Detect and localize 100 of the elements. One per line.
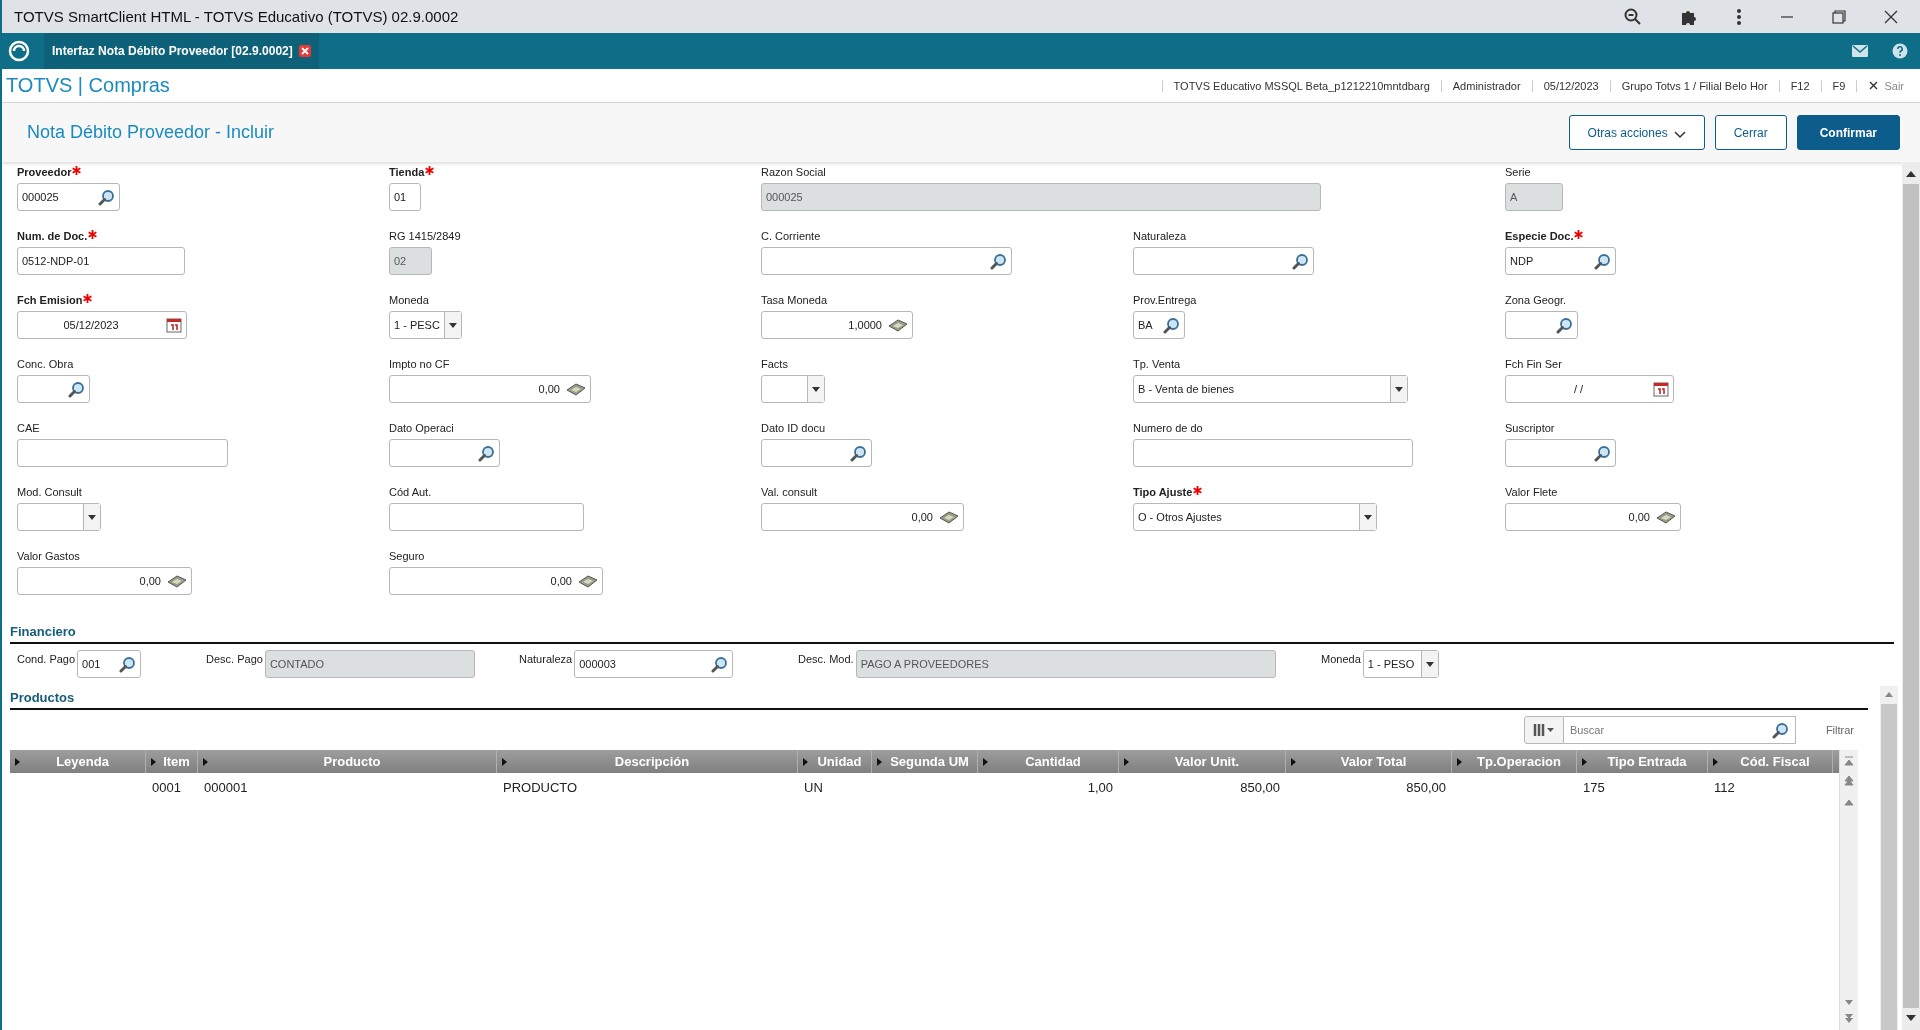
- caret-icon[interactable]: [1124, 757, 1129, 766]
- dropdown[interactable]: 1 - PESC: [389, 311, 462, 339]
- amount-field[interactable]: 0,00: [17, 567, 192, 595]
- scrollbar[interactable]: [1902, 162, 1920, 1030]
- field-label: Zona Geogr.: [1505, 294, 1567, 306]
- text-field[interactable]: 01: [389, 183, 421, 211]
- lookup-field[interactable]: [17, 375, 90, 403]
- search-icon[interactable]: [850, 444, 867, 462]
- caret-icon[interactable]: [203, 757, 208, 766]
- text-field[interactable]: 0512-NDP-01: [17, 247, 185, 275]
- lookup-field[interactable]: [761, 247, 1012, 275]
- header-info: Grupo Totvs 1 / Filial Belo Hor: [1609, 79, 1779, 92]
- cancel-button[interactable]: Cerrar: [1714, 115, 1787, 150]
- more-icon[interactable]: [1736, 7, 1742, 26]
- scrollbar[interactable]: [1880, 686, 1898, 1030]
- caret-icon[interactable]: [803, 757, 808, 766]
- close-icon[interactable]: [298, 45, 311, 57]
- search-icon[interactable]: [1771, 721, 1789, 739]
- lookup-field[interactable]: [389, 439, 500, 467]
- dropdown[interactable]: B - Venta de bienes: [1133, 375, 1408, 403]
- dropdown[interactable]: 1 - PESO: [1362, 650, 1439, 678]
- search-icon[interactable]: [119, 655, 137, 673]
- date-field[interactable]: / /: [1505, 375, 1674, 403]
- money-icon: [566, 382, 586, 396]
- exit-button[interactable]: Sair: [1856, 79, 1916, 92]
- caret-icon[interactable]: [151, 757, 156, 766]
- scroll-down-icon[interactable]: [1905, 1014, 1917, 1022]
- search-icon[interactable]: [1594, 444, 1611, 462]
- search-icon[interactable]: [711, 655, 729, 673]
- lookup-field[interactable]: [1505, 439, 1616, 467]
- table-cell: UN: [804, 779, 823, 795]
- close-icon[interactable]: [1884, 9, 1898, 24]
- caret-icon[interactable]: [1291, 757, 1296, 766]
- field-label: Naturaleza: [519, 652, 573, 665]
- field-label: Tipo Ajuste: [1133, 486, 1193, 498]
- required-icon: [1193, 486, 1203, 495]
- field-label: Val. consult: [761, 486, 818, 498]
- app-title: TOTVS | Compras: [6, 74, 170, 97]
- date-field[interactable]: 05/12/2023: [17, 311, 187, 339]
- caret-icon[interactable]: [449, 322, 457, 328]
- amount-field[interactable]: 0,00: [1505, 503, 1681, 531]
- zoom-out-icon[interactable]: [1624, 7, 1642, 26]
- caret-icon[interactable]: [1364, 514, 1372, 520]
- caret-icon[interactable]: [983, 757, 988, 766]
- calendar-icon[interactable]: [166, 317, 182, 333]
- search-icon[interactable]: [1163, 316, 1180, 334]
- scroll-up-icon[interactable]: [1905, 170, 1917, 178]
- amount-field[interactable]: 0,00: [389, 567, 603, 595]
- caret-icon[interactable]: [1457, 757, 1462, 766]
- caret-icon[interactable]: [812, 386, 820, 392]
- search-icon[interactable]: [98, 188, 115, 206]
- search-icon[interactable]: [990, 252, 1007, 270]
- required-icon: [1574, 230, 1584, 239]
- help-icon[interactable]: [1892, 43, 1908, 59]
- header-info: F12: [1778, 79, 1821, 92]
- search-icon[interactable]: [1594, 252, 1611, 270]
- field-label: Conc. Obra: [17, 358, 74, 370]
- restore-icon[interactable]: [1832, 9, 1846, 24]
- text-field[interactable]: [1133, 439, 1413, 467]
- search-icon[interactable]: [478, 444, 495, 462]
- amount-field[interactable]: 0,00: [389, 375, 591, 403]
- table-cell: 000001: [204, 779, 248, 795]
- page-title: Nota Débito Proveedor - Incluir: [27, 122, 275, 143]
- caret-icon[interactable]: [1425, 661, 1434, 667]
- caret-icon[interactable]: [15, 757, 20, 766]
- search-icon[interactable]: [1556, 316, 1573, 334]
- tab[interactable]: Interfaz Nota Débito Proveedor [02.9.0002]: [44, 33, 319, 69]
- caret-icon[interactable]: [1395, 386, 1403, 392]
- dropdown[interactable]: O - Otros Ajustes: [1133, 503, 1377, 531]
- menu-button[interactable]: Otras acciones: [1568, 115, 1705, 150]
- window-title: TOTVS SmartClient HTML - TOTVS Educativo (TOTVS) 02.9.0002: [14, 8, 459, 25]
- filter-link[interactable]: Filtrar: [1825, 724, 1854, 736]
- lookup-field[interactable]: [761, 439, 872, 467]
- lookup-field[interactable]: NDP: [1505, 247, 1616, 275]
- caret-icon[interactable]: [1713, 757, 1718, 766]
- confirm-button[interactable]: Confirmar: [1796, 115, 1900, 150]
- text-field[interactable]: [389, 503, 584, 531]
- amount-field[interactable]: 1,0000: [761, 311, 913, 339]
- calendar-icon[interactable]: [1653, 381, 1669, 397]
- caret-icon[interactable]: [1582, 757, 1587, 766]
- lookup-field[interactable]: [1505, 311, 1578, 339]
- search-icon[interactable]: [68, 380, 85, 398]
- mail-icon[interactable]: [1852, 45, 1868, 57]
- search-field[interactable]: Buscar: [1563, 716, 1796, 744]
- field-label: Impto no CF: [389, 358, 450, 370]
- lookup-field[interactable]: BA: [1133, 311, 1185, 339]
- caret-icon[interactable]: [877, 757, 882, 766]
- field-label: CAE: [17, 422, 40, 434]
- lookup-field[interactable]: [1133, 247, 1314, 275]
- search-icon[interactable]: [1292, 252, 1309, 270]
- lookup-field[interactable]: 000003: [574, 650, 734, 678]
- caret-icon[interactable]: [502, 757, 507, 766]
- table-cell: 850,00: [1406, 779, 1446, 795]
- caret-icon[interactable]: [88, 514, 96, 520]
- columns-button[interactable]: [1523, 716, 1564, 744]
- lookup-field[interactable]: 001: [77, 650, 142, 678]
- amount-field[interactable]: 0,00: [761, 503, 964, 531]
- field-label: Moneda: [389, 294, 429, 306]
- lookup-field[interactable]: 000025: [17, 183, 120, 211]
- text-field[interactable]: [17, 439, 228, 467]
